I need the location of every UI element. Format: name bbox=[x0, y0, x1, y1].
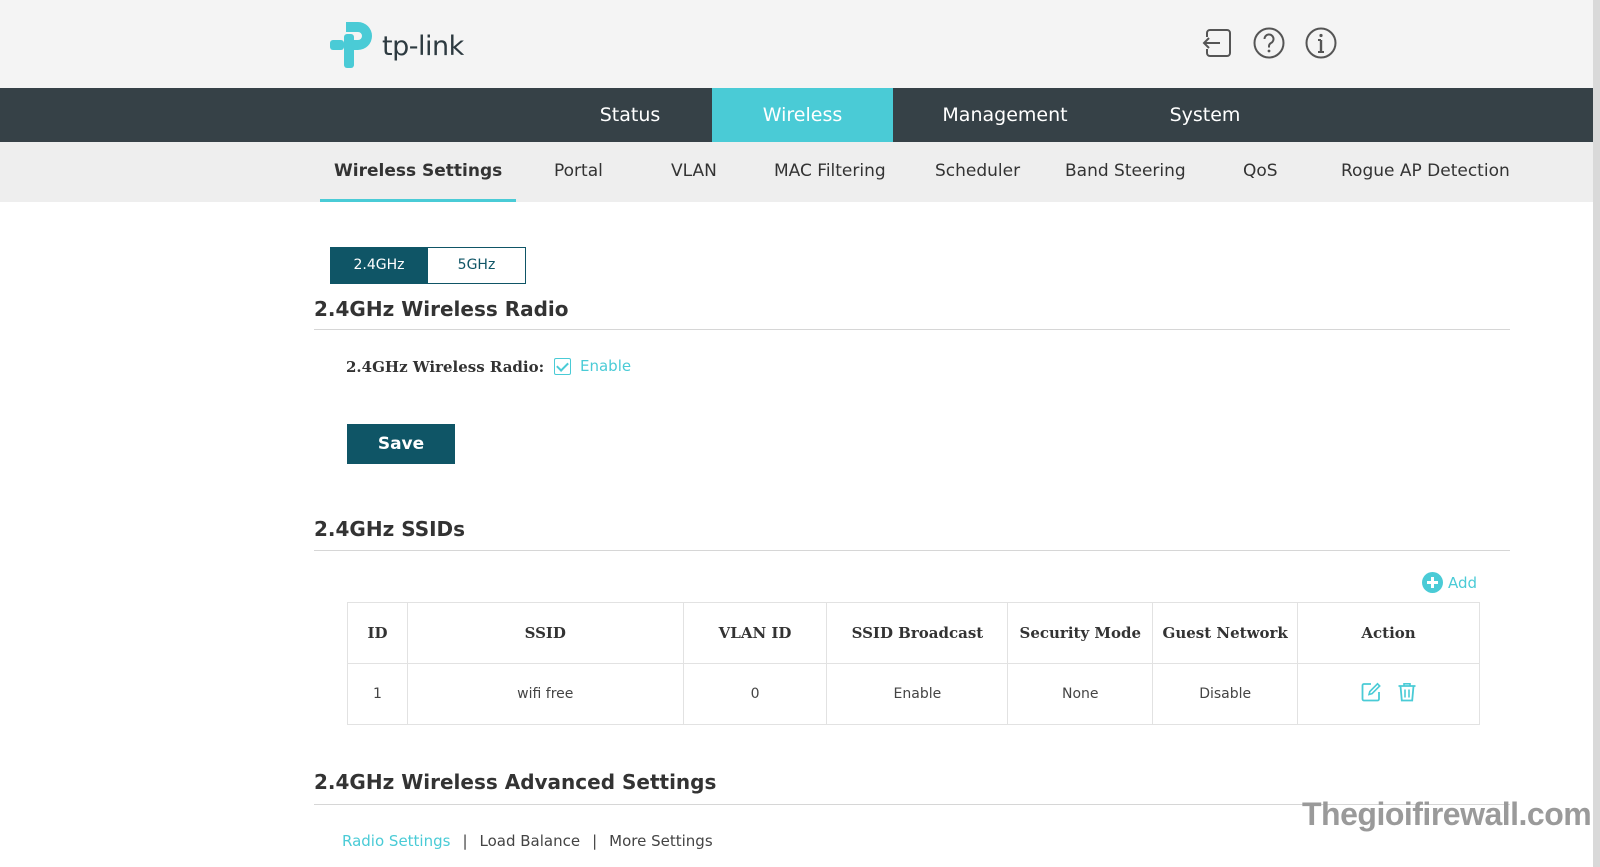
table-header-row: ID SSID VLAN ID SSID Broadcast Security … bbox=[347, 602, 1480, 664]
brand-name: tp-link bbox=[382, 30, 464, 62]
delete-icon[interactable] bbox=[1396, 681, 1418, 703]
sub-navigation: Wireless Settings Portal VLAN MAC Filter… bbox=[0, 142, 1600, 202]
edit-icon[interactable] bbox=[1360, 681, 1382, 703]
header: tp-link bbox=[0, 0, 1600, 88]
subnav-portal[interactable]: Portal bbox=[554, 142, 603, 202]
subnav-qos[interactable]: QoS bbox=[1243, 142, 1278, 202]
enable-checkbox[interactable]: Enable bbox=[554, 357, 631, 375]
cell-vlan-id: 0 bbox=[682, 663, 828, 725]
link-radio-settings[interactable]: Radio Settings bbox=[342, 832, 450, 850]
section-divider bbox=[314, 329, 1510, 330]
logout-icon[interactable] bbox=[1200, 26, 1234, 60]
enable-label: Enable bbox=[580, 357, 632, 375]
tab-2-4ghz[interactable]: 2.4GHz bbox=[330, 247, 428, 284]
cell-guest-network: Disable bbox=[1152, 663, 1299, 725]
col-security-mode: Security Mode bbox=[1007, 602, 1154, 664]
subnav-scheduler[interactable]: Scheduler bbox=[935, 142, 1020, 202]
nav-wireless[interactable]: Wireless bbox=[712, 88, 893, 142]
col-guest-network: Guest Network bbox=[1152, 602, 1299, 664]
col-vlan-id: VLAN ID bbox=[682, 602, 828, 664]
info-icon[interactable] bbox=[1304, 26, 1338, 60]
section-divider bbox=[314, 550, 1510, 551]
col-action: Action bbox=[1297, 602, 1480, 664]
col-ssid: SSID bbox=[406, 602, 684, 664]
subnav-wireless-settings[interactable]: Wireless Settings bbox=[320, 142, 517, 202]
add-ssid-button[interactable]: Add bbox=[1422, 572, 1477, 593]
checkbox-checked-icon[interactable] bbox=[554, 357, 571, 375]
top-navigation: Status Wireless Management System bbox=[0, 88, 1600, 142]
nav-system[interactable]: System bbox=[1140, 88, 1270, 142]
nav-status[interactable]: Status bbox=[567, 88, 693, 142]
ssid-section-title: 2.4GHz SSIDs bbox=[314, 517, 466, 541]
band-tabs: 2.4GHz 5GHz bbox=[330, 247, 526, 284]
cell-action bbox=[1297, 663, 1480, 725]
scrollbar[interactable] bbox=[1593, 0, 1600, 867]
ssid-table: ID SSID VLAN ID SSID Broadcast Security … bbox=[347, 602, 1480, 725]
save-button[interactable]: Save bbox=[347, 424, 455, 464]
radio-section-title: 2.4GHz Wireless Radio bbox=[314, 297, 569, 321]
col-id: ID bbox=[347, 602, 408, 664]
subnav-vlan[interactable]: VLAN bbox=[671, 142, 717, 202]
cell-security-mode: None bbox=[1007, 663, 1154, 725]
tp-link-logo[interactable]: tp-link bbox=[330, 20, 464, 72]
link-separator: | bbox=[592, 832, 598, 850]
advanced-links: Radio Settings | Load Balance | More Set… bbox=[342, 832, 713, 850]
subnav-rogue-ap-detection[interactable]: Rogue AP Detection bbox=[1341, 142, 1510, 202]
subnav-band-steering[interactable]: Band Steering bbox=[1065, 142, 1186, 202]
cell-broadcast: Enable bbox=[826, 663, 1009, 725]
link-load-balance[interactable]: Load Balance bbox=[480, 832, 581, 850]
nav-management[interactable]: Management bbox=[925, 88, 1085, 142]
watermark: Thegioifirewall.com bbox=[1302, 796, 1592, 832]
advanced-section-title: 2.4GHz Wireless Advanced Settings bbox=[314, 770, 717, 794]
tab-5ghz[interactable]: 5GHz bbox=[428, 247, 526, 284]
radio-field-label: 2.4GHz Wireless Radio: bbox=[346, 358, 545, 376]
cell-ssid: wifi free bbox=[406, 663, 684, 725]
cell-id: 1 bbox=[347, 663, 408, 725]
col-ssid-broadcast: SSID Broadcast bbox=[826, 602, 1009, 664]
table-row: 1 wifi free 0 Enable None Disable bbox=[347, 663, 1480, 725]
add-label: Add bbox=[1448, 573, 1478, 592]
help-icon[interactable] bbox=[1252, 26, 1286, 60]
tp-link-logo-mark bbox=[330, 22, 372, 68]
link-separator: | bbox=[462, 832, 468, 850]
link-more-settings[interactable]: More Settings bbox=[609, 832, 712, 850]
subnav-mac-filtering[interactable]: MAC Filtering bbox=[774, 142, 886, 202]
add-icon bbox=[1422, 572, 1443, 593]
